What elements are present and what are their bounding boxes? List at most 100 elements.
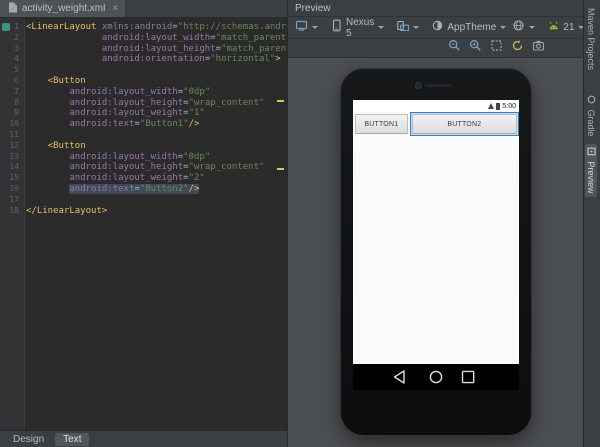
line-number: 18 bbox=[0, 206, 24, 217]
button2-cell-selected[interactable]: BUTTON2 bbox=[410, 112, 519, 136]
configuration-dropdown[interactable] bbox=[292, 17, 321, 39]
tab-maven-projects[interactable]: Maven Projects bbox=[585, 5, 597, 73]
button1-cell[interactable]: BUTTON1 bbox=[353, 112, 410, 136]
code-line-13[interactable]: 13 android:layout_width="0dp" bbox=[0, 152, 287, 163]
screen-content[interactable] bbox=[353, 136, 519, 364]
code-line-16[interactable]: 16 android:text="Button2"/> bbox=[0, 184, 287, 195]
device-screen[interactable]: 5:00 BUTTON1 BUTTON2 bbox=[353, 100, 519, 390]
code-line-1[interactable]: 1<LinearLayout xmlns:android="http://sch… bbox=[0, 22, 287, 33]
line-number: 1 bbox=[0, 22, 24, 33]
zoom-in-button[interactable] bbox=[467, 41, 484, 56]
zoom-out-button[interactable] bbox=[446, 41, 463, 56]
earpiece-speaker bbox=[425, 84, 451, 87]
preview-toolbar: Nexus 5 AppTheme bbox=[288, 17, 583, 39]
code-token bbox=[26, 184, 69, 194]
device-frame: 5:00 BUTTON1 BUTTON2 bbox=[340, 68, 532, 436]
code-line-15[interactable]: 15 android:layout_weight="2" bbox=[0, 173, 287, 184]
code-line-11[interactable]: 11 bbox=[0, 130, 287, 141]
code-text: android:layout_width="0dp" bbox=[24, 87, 210, 97]
code-line-18[interactable]: 18</LinearLayout> bbox=[0, 206, 287, 217]
preview-tab-label: Preview bbox=[586, 162, 596, 194]
code-text bbox=[24, 130, 26, 140]
code-line-17[interactable]: 17 bbox=[0, 195, 287, 206]
code-token: "Button1" bbox=[140, 119, 189, 129]
code-token: /> bbox=[189, 119, 200, 129]
preview-panel-title: Preview bbox=[295, 3, 331, 14]
code-token: android:layout_width bbox=[69, 87, 177, 97]
code-line-3[interactable]: 3 android:layout_height="match_parent" bbox=[0, 44, 287, 55]
code-line-8[interactable]: 8 android:layout_height="wrap_content" bbox=[0, 98, 287, 109]
line-number: 8 bbox=[0, 98, 24, 109]
screenshot-button[interactable] bbox=[530, 41, 547, 56]
theme-dropdown[interactable]: AppTheme bbox=[428, 17, 509, 39]
editor-tab-activity-weight-xml[interactable]: activity_weight.xml × bbox=[0, 0, 125, 17]
tab-text[interactable]: Text bbox=[55, 433, 89, 446]
code-token: </LinearLayout> bbox=[26, 206, 107, 216]
code-line-9[interactable]: 9 android:layout_weight="1" bbox=[0, 108, 287, 119]
gradle-icon bbox=[587, 95, 596, 104]
code-token: "match_parent" bbox=[221, 44, 287, 54]
api-level-dropdown[interactable]: 21 bbox=[544, 17, 587, 39]
code-line-7[interactable]: 7 android:layout_width="0dp" bbox=[0, 87, 287, 98]
chevron-down-icon bbox=[312, 26, 318, 29]
zoom-fit-button[interactable] bbox=[488, 41, 505, 56]
battery-icon bbox=[496, 103, 500, 110]
tab-gradle[interactable]: Gradle bbox=[585, 92, 597, 140]
code-line-4[interactable]: 4 android:orientation="horizontal"> bbox=[0, 54, 287, 65]
code-line-6[interactable]: 6 <Button bbox=[0, 76, 287, 87]
code-text: android:layout_width="match_parent" bbox=[24, 33, 287, 43]
code-editor[interactable]: 1<LinearLayout xmlns:android="http://sch… bbox=[0, 18, 287, 430]
gradle-label: Gradle bbox=[586, 110, 596, 137]
navigation-bar bbox=[353, 364, 519, 390]
preview-button2[interactable]: BUTTON2 bbox=[412, 114, 517, 134]
code-token: android:layout_width bbox=[102, 33, 210, 43]
code-text: android:layout_weight="1" bbox=[24, 108, 205, 118]
device-dropdown[interactable]: Nexus 5 bbox=[327, 15, 387, 41]
code-token: "Button2" bbox=[140, 184, 189, 194]
zoom-out-icon bbox=[448, 39, 461, 57]
back-icon bbox=[395, 371, 405, 383]
code-text: <Button bbox=[24, 76, 86, 86]
orientation-dropdown[interactable] bbox=[393, 17, 422, 39]
line-number: 12 bbox=[0, 141, 24, 152]
line-number: 2 bbox=[0, 33, 24, 44]
camera-dot bbox=[415, 82, 422, 89]
code-token: "2" bbox=[189, 173, 205, 183]
line-number: 3 bbox=[0, 44, 24, 55]
tab-design[interactable]: Design bbox=[5, 433, 52, 446]
api-level-label: 21 bbox=[563, 22, 574, 33]
configuration-icon bbox=[295, 19, 308, 37]
code-lines: 1<LinearLayout xmlns:android="http://sch… bbox=[0, 22, 287, 216]
code-token bbox=[26, 141, 48, 151]
code-token: <Button bbox=[48, 76, 86, 86]
code-text: </LinearLayout> bbox=[24, 206, 107, 216]
chevron-down-icon bbox=[500, 26, 506, 29]
theme-icon bbox=[431, 19, 444, 37]
code-token bbox=[26, 108, 69, 118]
device-label: Nexus 5 bbox=[346, 17, 374, 39]
code-line-5[interactable]: 5 bbox=[0, 65, 287, 76]
close-tab-icon[interactable]: × bbox=[112, 3, 118, 14]
code-line-14[interactable]: 14 android:layout_height="wrap_content" bbox=[0, 162, 287, 173]
code-line-2[interactable]: 2 android:layout_width="match_parent" bbox=[0, 33, 287, 44]
preview-tab-icon bbox=[587, 147, 596, 156]
warning-stripe-mark[interactable] bbox=[277, 168, 284, 170]
line-number: 15 bbox=[0, 173, 24, 184]
warning-stripe-mark[interactable] bbox=[277, 100, 284, 102]
code-text: android:layout_height="match_parent" bbox=[24, 44, 287, 54]
chevron-down-icon bbox=[413, 26, 419, 29]
code-line-10[interactable]: 10 android:text="Button1"/> bbox=[0, 119, 287, 130]
zoom-in-icon bbox=[469, 39, 482, 57]
preview-canvas[interactable]: 5:00 BUTTON1 BUTTON2 bbox=[288, 58, 583, 447]
preview-button1[interactable]: BUTTON1 bbox=[355, 114, 408, 134]
code-text: android:layout_height="wrap_content" bbox=[24, 98, 264, 108]
locale-dropdown[interactable] bbox=[509, 17, 538, 39]
refresh-button[interactable] bbox=[509, 41, 526, 56]
tab-preview[interactable]: Preview bbox=[585, 144, 597, 197]
code-text bbox=[24, 195, 26, 205]
code-token bbox=[26, 152, 69, 162]
code-token: android:layout_height bbox=[69, 98, 183, 108]
code-line-12[interactable]: 12 <Button bbox=[0, 141, 287, 152]
refresh-icon bbox=[511, 39, 524, 57]
code-token: <LinearLayout bbox=[26, 22, 96, 32]
